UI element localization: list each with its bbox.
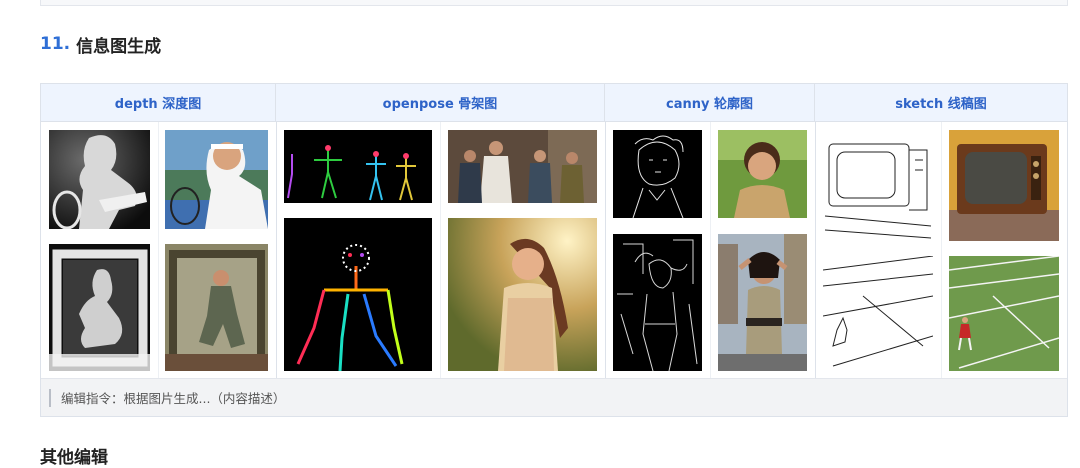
column-header-canny: canny 轮廓图	[605, 84, 815, 121]
depth-map-tennis-player	[49, 130, 150, 229]
edit-instruction-bar: 编辑指令：根据图片生成...（内容描述）	[41, 378, 1067, 416]
depth-map-figure-in-frame	[49, 244, 150, 371]
sketch-tennis-court-lineart	[823, 256, 933, 371]
section-heading: 11. 信息图生成	[40, 31, 161, 57]
column-header-depth: depth 深度图	[41, 84, 276, 121]
boy-portrait-photo	[718, 130, 807, 218]
openpose-single-skeleton	[284, 218, 432, 371]
woman-city-photo	[718, 234, 807, 371]
canny-boy-edges	[613, 130, 702, 218]
previous-section-bottom	[40, 0, 1068, 6]
tennis-player-photo	[165, 130, 268, 229]
column-header-sketch: sketch 线稿图	[895, 97, 987, 112]
next-section-title: 其他编辑	[40, 448, 108, 468]
group-people-photo	[448, 130, 597, 203]
openpose-group-skeleton	[284, 130, 432, 203]
table-header: depth 深度图 openpose 骨架图 canny 轮廓图 sketch …	[41, 84, 1067, 122]
edit-instruction-text: 编辑指令：根据图片生成...（内容描述）	[61, 391, 286, 406]
quote-bar	[49, 388, 51, 407]
woman-in-frame-photo	[165, 244, 268, 371]
sketch-tv-lineart	[823, 130, 933, 241]
section-number: 11.	[40, 34, 71, 54]
vintage-tv-photo	[949, 130, 1059, 241]
canny-woman-edges	[613, 234, 702, 371]
tennis-court-photo	[949, 256, 1059, 371]
woman-sunset-photo	[448, 218, 597, 371]
column-header-openpose: openpose 骨架图	[276, 84, 605, 121]
section-title: 信息图生成	[76, 36, 162, 57]
example-table: depth 深度图 openpose 骨架图 canny 轮廓图 sketch …	[40, 83, 1068, 417]
